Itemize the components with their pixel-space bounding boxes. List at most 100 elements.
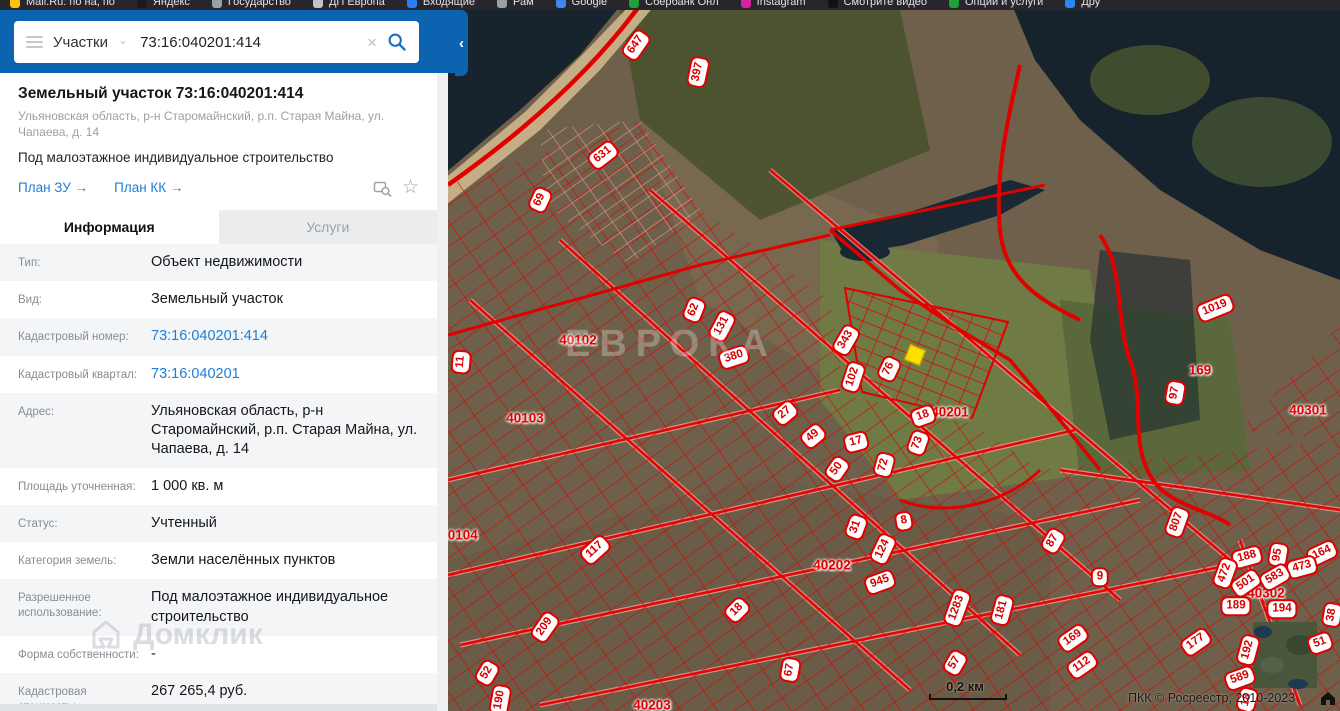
bookmark-item[interactable]: Рам [497,0,534,8]
quarter-number-label[interactable]: 40102 [559,333,597,348]
bookmark-item[interactable]: Дру [1065,0,1100,8]
panel-tabs: Информация Услуги [0,210,437,244]
info-row-value: Земельный участок [151,290,437,309]
bookmark-favicon [212,0,222,8]
browser-bookmarks-bar: Mail.Ru: по на, по Яндекс Государство ДП… [0,0,1340,10]
parcel-title: Земельный участок 73:16:040201:414 [18,85,419,103]
info-row-value: Земли населённых пунктов [151,551,437,570]
info-row: Категория земель: Земли населённых пункт… [0,542,437,579]
info-row-value: Под малоэтажное индивидуальное строитель… [151,588,437,626]
info-row: Вид: Земельный участок [0,281,437,318]
bookmark-favicon [313,0,323,8]
favorite-star-icon[interactable]: ☆ [402,178,419,197]
search-icon[interactable] [387,32,407,52]
bookmark-item[interactable]: Опции и услуги [949,0,1043,8]
info-row: Статус: Учтенный [0,505,437,542]
panel-collapse-button[interactable]: ‹ [455,10,468,76]
bookmark-favicon [137,0,147,8]
bookmark-favicon [556,0,566,8]
bookmark-label: Google [572,0,607,8]
info-row-label: Площадь уточненная: [18,477,151,496]
bookmark-favicon [629,0,639,8]
quarter-number-label[interactable]: 40202 [813,558,851,573]
info-row: Площадь уточненная: 1 000 кв. м [0,468,437,505]
info-row: Адрес: Ульяновская область, р-н Старомай… [0,393,437,468]
quarter-number-label[interactable]: 40103 [506,411,544,426]
tab-information[interactable]: Информация [0,210,219,244]
bookmark-item[interactable]: Государство [212,0,291,8]
bookmark-item[interactable]: Входящие [407,0,475,8]
bookmark-item[interactable]: Яндекс [137,0,190,8]
info-row-value: Объект недвижимости [151,253,437,272]
bookmark-item[interactable]: Смотрите видео [828,0,927,8]
home-icon[interactable] [1320,691,1336,706]
panel-clipped-row [0,704,437,711]
bookmark-item[interactable]: Сбербанк Онл [629,0,719,8]
quarter-number-label[interactable]: 40203 [633,698,671,711]
info-row-value: Ульяновская область, р-н Старомайнский, … [151,402,437,459]
info-row-label: Форма собственности: [18,645,151,664]
bookmark-item[interactable]: Google [556,0,607,8]
bookmark-item[interactable]: ДП Европа [313,0,385,8]
parcel-number-chip[interactable]: 38 [1320,601,1340,629]
bookmark-favicon [949,0,959,8]
info-row-label: Кадастровый номер: [18,327,151,346]
parcel-number-chip[interactable]: 11 [450,349,472,375]
info-row-label: Кадастровый квартал: [18,365,151,384]
map-attribution: ПКК © Росреестр, 2010-2023 [1128,691,1295,705]
collapse-chevron-icon: ‹ [459,35,464,52]
info-row: Разрешенное использование: Под малоэтажн… [0,579,437,635]
bookmark-favicon [10,0,20,8]
panel-scrollbar[interactable] [437,73,448,711]
plan-zu-link[interactable]: План ЗУ → [18,180,88,195]
bookmark-item[interactable]: Instagram [741,0,806,8]
minimap-toggle[interactable] [1253,622,1317,688]
info-row: Кадастровый квартал: 73:16:040201 [0,356,437,393]
info-row: Форма собственности: - [0,636,437,673]
pkk-app: ЕВРОКА 401024010340104402014020240203403… [0,0,1340,711]
tab-services[interactable]: Услуги [219,210,438,244]
info-row-value: - [151,645,437,664]
scale-label: 0,2 км [922,679,1008,694]
info-row: Тип: Объект недвижимости [0,244,437,281]
info-row-value: 73:16:040201 [151,365,437,384]
parcel-number-chip[interactable]: 194 [1266,599,1297,619]
parcel-info-panel: Земельный участок 73:16:040201:414 Ульян… [0,73,437,711]
info-row-label: Статус: [18,514,151,533]
quarter-number-label[interactable]: 40201 [931,405,969,420]
bookmark-item[interactable]: Mail.Ru: по на, по [10,0,115,8]
bookmark-label: Входящие [423,0,475,8]
bookmark-favicon [407,0,417,8]
bookmark-label: Дру [1081,0,1100,8]
quarter-number-label[interactable]: 40301 [1289,403,1327,418]
chevron-down-icon[interactable]: ⌄ [118,33,128,47]
search-category-select[interactable]: Участки [53,34,108,51]
search-header: Участки ⌄ × [0,10,455,73]
bookmark-favicon [1065,0,1075,8]
info-row-label: Адрес: [18,402,151,459]
bookmark-favicon [497,0,507,8]
parcel-number-chip[interactable]: 9 [1091,567,1109,587]
bookmark-label: Опции и услуги [965,0,1043,8]
parcel-number-chip[interactable]: 189 [1220,596,1251,616]
info-row-value: 73:16:040201:414 [151,327,437,346]
parcel-address-subtitle: Ульяновская область, р-н Старомайнский, … [18,109,388,140]
info-row-value: 1 000 кв. м [151,477,437,496]
bookmark-label: Mail.Ru: по на, по [26,0,115,8]
parcel-usage-subtitle: Под малоэтажное индивидуальное строитель… [18,150,419,165]
info-row: Кадастровый номер: 73:16:040201:414 [0,318,437,355]
search-input[interactable] [138,33,357,52]
menu-icon[interactable] [26,36,43,48]
plan-kk-link[interactable]: План КК → [114,180,183,195]
bookmark-label: Государство [228,0,291,8]
info-table: Тип: Объект недвижимости Вид: Земельный … [0,244,437,711]
bookmark-label: Смотрите видео [844,0,927,8]
bookmark-favicon [828,0,838,8]
clear-icon[interactable]: × [367,34,377,51]
info-row-label: Разрешенное использование: [18,588,151,626]
info-row-label: Категория земель: [18,551,151,570]
search-box: Участки ⌄ × [14,21,419,63]
zoom-to-object-icon[interactable] [373,179,392,197]
info-row-label: Тип: [18,253,151,272]
quarter-number-label[interactable]: 169 [1189,363,1212,378]
